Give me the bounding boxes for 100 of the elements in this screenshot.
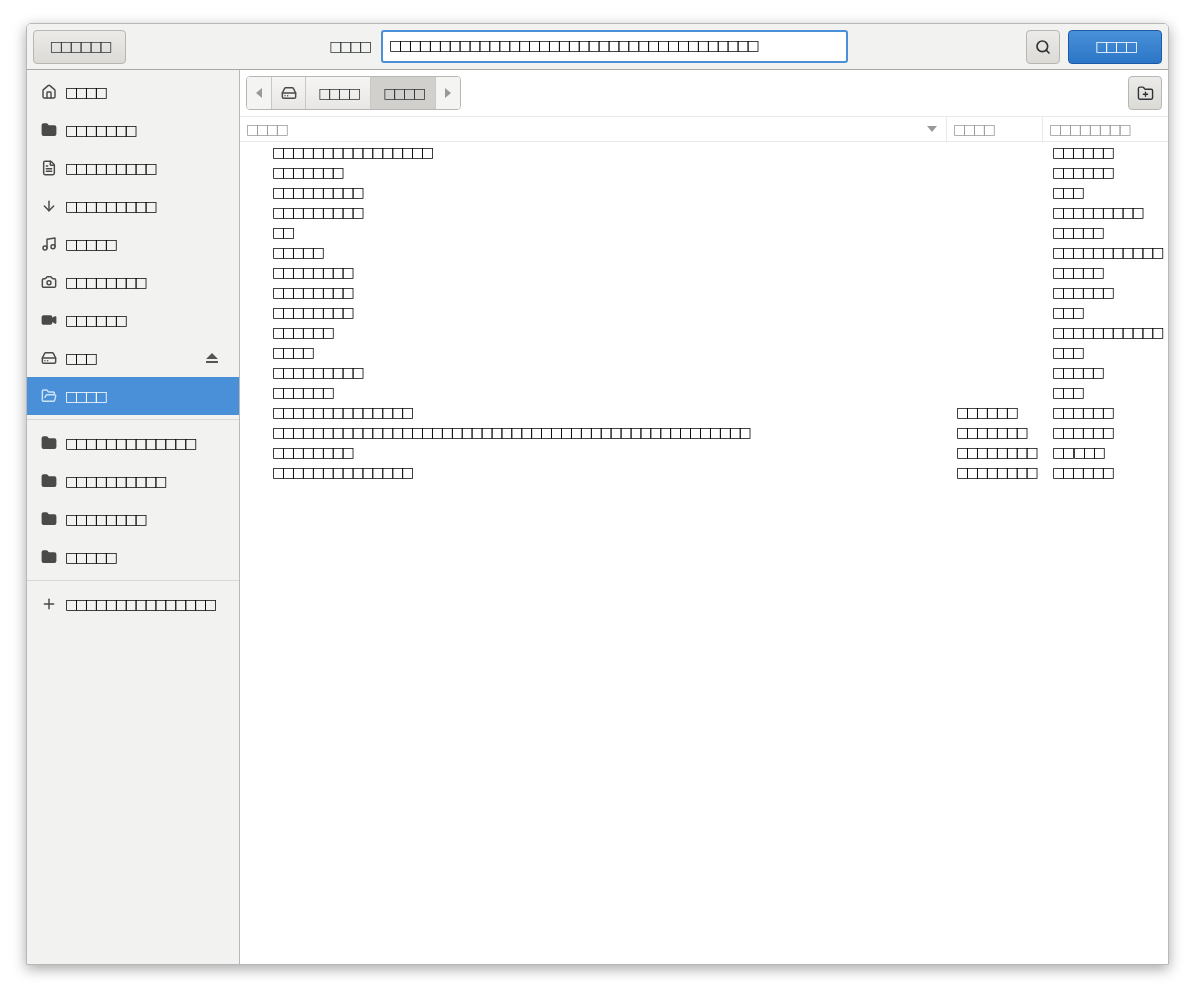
forward-button[interactable] (436, 77, 460, 109)
file-date: □□□ (1052, 382, 1082, 402)
new-folder-icon (1136, 84, 1154, 102)
file-date: □□□□□□ (1052, 422, 1112, 442)
sidebar-item[interactable]: □□□□□□□□□□□□□□□ (27, 585, 239, 623)
file-size: □□□□□□□□ (956, 442, 1037, 462)
file-row[interactable]: □□□□ □□□ (240, 342, 1168, 362)
file-row[interactable]: □□□□□□□□□ □□□□□ (240, 362, 1168, 382)
sidebar-item[interactable]: □□□□□□□□□ (27, 149, 239, 187)
path-crumb[interactable]: □□□□ (371, 77, 436, 109)
file-date: □□□□□ (1052, 362, 1102, 382)
file-date: □□□ (1052, 342, 1082, 362)
file-row[interactable]: □□□□□□□□□□□□□□ □□□□□□□□ □□□□□□ (240, 462, 1168, 482)
file-name: □□□□□ (271, 242, 324, 262)
file-row[interactable]: □□□□□□□□□□□□□□ □□□□□□ □□□□□□ (240, 402, 1168, 422)
sidebar-label: □□□□ (65, 386, 107, 406)
file-row[interactable]: □□□□□□□□ □□□□□ (240, 262, 1168, 282)
file-date: □□□□□□ (1052, 162, 1112, 182)
sidebar-label: □□□□□□□□□ (65, 158, 156, 178)
sidebar-item[interactable]: □□□□□ (27, 225, 239, 263)
file-date: □□□□□□□□□□□ (1052, 322, 1162, 342)
home-icon (41, 84, 57, 100)
sidebar-label: □□□□ (65, 82, 107, 102)
drive-icon (280, 85, 297, 101)
file-name: □□□□□□□□□□□□□□ (271, 402, 413, 422)
file-row[interactable]: □□□□□□ □□□□□□□□□□□ (240, 322, 1168, 342)
file-date: □□ □□□ (1052, 442, 1103, 462)
sidebar-item[interactable]: □□□□□□□□ (27, 500, 239, 538)
sidebar-item[interactable]: □□□ (27, 339, 239, 377)
folder-icon (41, 388, 57, 404)
sidebar-item[interactable]: □□□□□□□□□ (27, 187, 239, 225)
file-name: □□□□□□□□□□□□□□□□ (271, 142, 433, 162)
left-triangle-icon (256, 88, 262, 98)
file-date: □□□□□ (1052, 222, 1102, 242)
folder-icon (41, 549, 57, 565)
sidebar-label: □□□□□□□□□□ (65, 471, 166, 491)
sidebar-label: □□□□□□□□□□□□□ (65, 433, 196, 453)
file-date: □□□□□□ (1052, 462, 1112, 482)
plus-icon (41, 596, 57, 612)
sidebar-item[interactable]: □□□□□ (27, 538, 239, 576)
file-row[interactable]: □□□□□□□□ □□□□□□□□ □□ □□□ (240, 442, 1168, 462)
music-icon (41, 236, 57, 252)
file-name: □□□□□□□□□□□□□□□□□□□□□□□□□□□□□□□□□□□□□□□□□□□□□□□□ (271, 422, 751, 442)
file-row[interactable]: □□□□□□ □□□ (240, 382, 1168, 402)
file-name: □□□□□□ (271, 382, 334, 402)
file-date: □□□□□□ (1052, 282, 1112, 302)
sort-down-icon (927, 126, 937, 132)
file-row[interactable]: □□□□□□□□ □□□□□□ (240, 282, 1168, 302)
file-row[interactable]: □□□□□□□□□□□□□□□□ □□□□□□ (240, 142, 1168, 162)
file-size: □□□□□□□□ (956, 462, 1037, 482)
name-field[interactable]: □□□□□□□□□□□□□□□□□□□□□□□□□□□□□□□□□□□□□ (381, 30, 848, 63)
sidebar-item[interactable]: □□□□□□□ (27, 111, 239, 149)
path-crumb[interactable]: □□□□ (306, 77, 371, 109)
file-row[interactable]: □□□□□□□□□□□□□□□□□□□□□□□□□□□□□□□□□□□□□□□□□□□□□□□□ □□□□□□□ □□□□□□ (240, 422, 1168, 442)
download-icon (41, 198, 57, 214)
document-icon (41, 160, 57, 176)
file-row[interactable]: □□ □□□□□ (240, 222, 1168, 242)
sidebar-label: □□□□□□□ (65, 120, 136, 140)
sidebar-label: □□□□□□□□□□□□□□□ (65, 594, 216, 614)
file-date: □□□□□□□□□ (1052, 202, 1142, 222)
drive-crumb[interactable] (272, 77, 306, 109)
file-name: □□□□ (271, 342, 314, 362)
folder-icon (41, 435, 57, 451)
file-date: □□□□□□ (1052, 142, 1112, 162)
sidebar-item[interactable]: □□□□□□□□□□ (27, 462, 239, 500)
file-date: □□□ (1052, 182, 1082, 202)
search-icon (1035, 38, 1051, 55)
file-name: □□□□□□□□□ (271, 182, 363, 202)
sidebar-item[interactable]: □□□□□□□□ (27, 263, 239, 301)
file-row[interactable]: □□□□□□□□□ □□□ (240, 182, 1168, 202)
sidebar-item[interactable]: □□□□ (27, 73, 239, 111)
file-row[interactable]: □□□□□ □□□□□□□□□□□ (240, 242, 1168, 262)
file-size: □□□□□□□ (956, 422, 1027, 442)
sidebar-label: □□□□□ (65, 547, 117, 567)
sidebar-label: □□□□□□□□ (65, 509, 146, 529)
file-row[interactable]: □□□□□□□□□ □□□□□□□□□ (240, 202, 1168, 222)
file-row[interactable]: □□□□□□□ □□□□□□ (240, 162, 1168, 182)
new-folder-button[interactable] (1128, 76, 1162, 110)
sidebar-label: □□□□□□ (65, 310, 127, 330)
file-name: □□□□□□□□□ (271, 202, 363, 222)
search-button[interactable] (1026, 29, 1060, 64)
video-camera-icon (41, 312, 57, 328)
file-name: □□□□□□□□□ (271, 362, 363, 382)
cancel-button[interactable]: □□□□□□ (33, 29, 126, 64)
save-button[interactable]: □□□□ (1068, 29, 1162, 64)
sidebar-item[interactable]: □□□□□□□□□□□□□ (27, 424, 239, 462)
file-name: □□□□□□□□ (271, 442, 353, 462)
sidebar-item[interactable]: □□□□□□ (27, 301, 239, 339)
file-size: □□□□□□ (956, 402, 1018, 422)
eject-icon[interactable] (205, 352, 219, 364)
file-row[interactable]: □□□□□□□□ □□□ (240, 302, 1168, 322)
right-triangle-icon (445, 88, 451, 98)
file-date: □□□□□ (1052, 262, 1102, 282)
drive-icon (41, 350, 57, 366)
sidebar-label: □□□□□□□□□ (65, 196, 156, 216)
file-date: □□□ (1052, 302, 1082, 322)
file-name: □□ (271, 222, 294, 242)
file-name: □□□□□□□□ (271, 262, 353, 282)
sidebar-label: □□□□□□□□ (65, 272, 146, 292)
file-name: □□□□□□□□ (271, 302, 353, 322)
